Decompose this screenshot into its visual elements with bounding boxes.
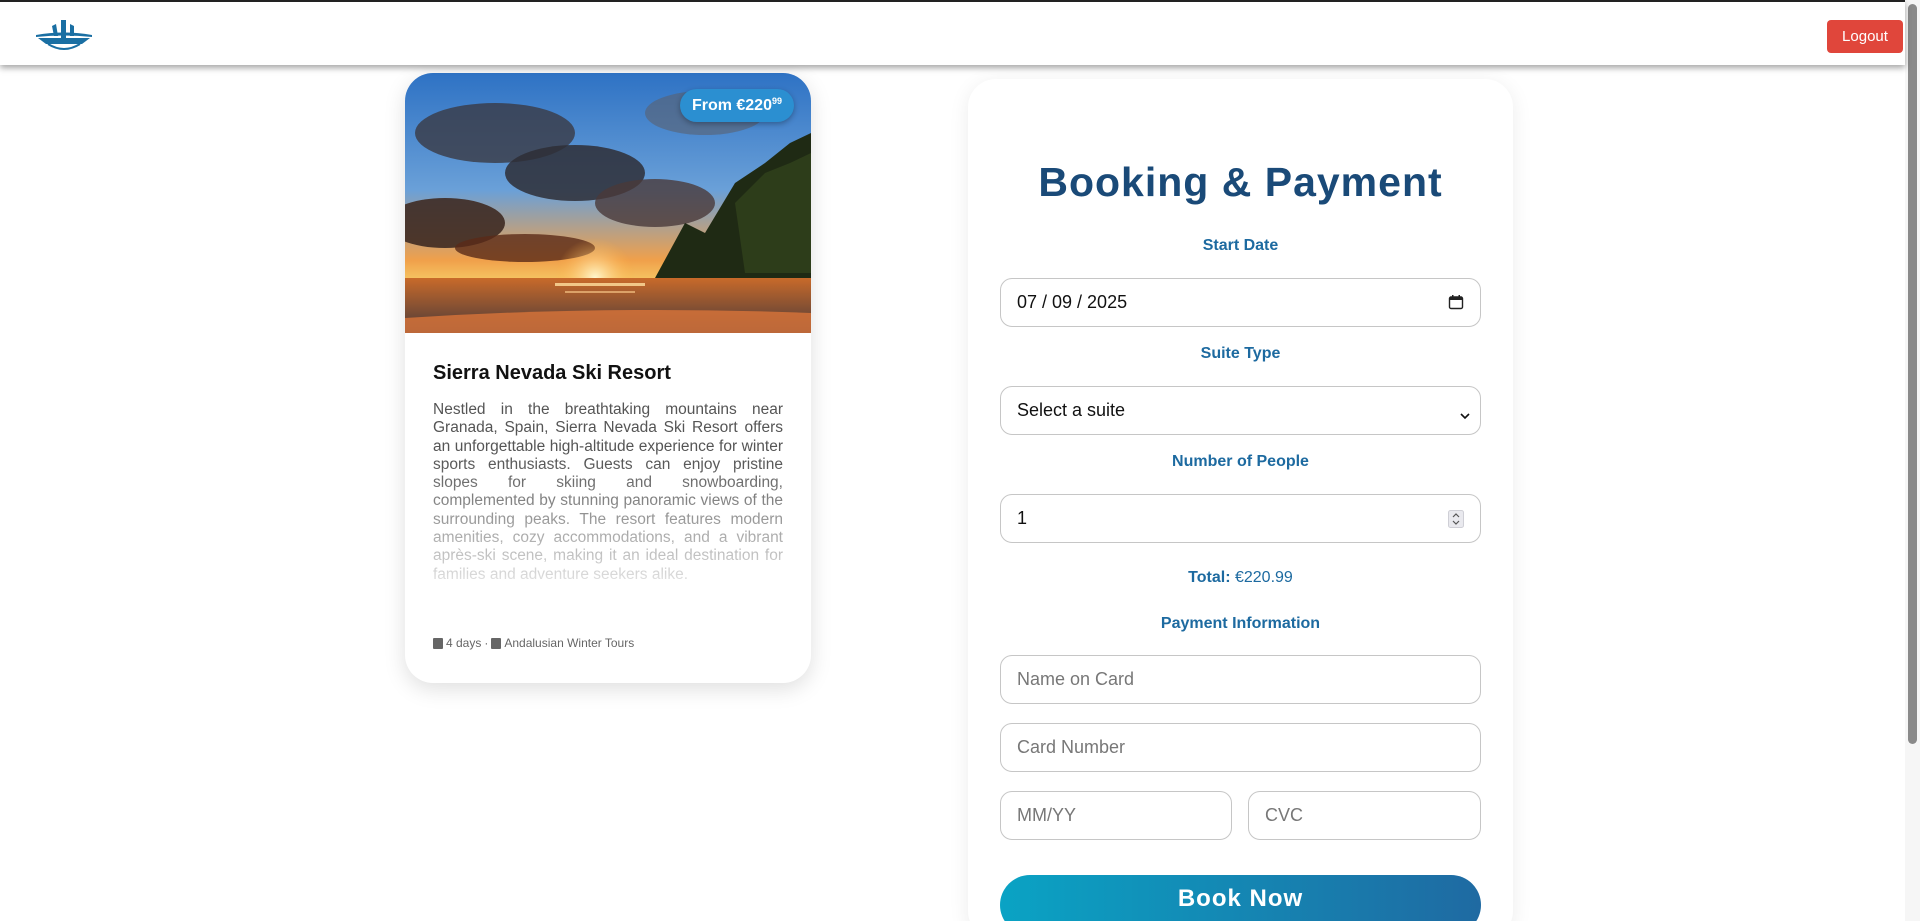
airplane-logo-icon[interactable] [34,18,94,54]
listing-title: Sierra Nevada Ski Resort [433,362,671,384]
price-badge: From €22099 [679,89,794,122]
suite-type-value: Select a suite [1017,400,1126,420]
number-stepper-icon[interactable] [1448,510,1464,533]
suite-type-select[interactable]: Select a suite [1000,386,1481,435]
page-title: Booking & Payment [1038,159,1443,205]
price-label: From €220 [691,97,772,114]
meta-separator: · [484,636,489,650]
suite-type-label: Suite Type [1200,345,1281,362]
people-number-input[interactable]: 1 [1000,494,1481,543]
listing-description: Nestled in the breathtaking mountains ne… [433,401,783,583]
listing-meta: 4 days · Andalusian Winter Tours [433,636,634,650]
start-date-label: Start Date [1202,237,1279,254]
building-icon [491,637,502,649]
chevron-down-icon [1460,405,1470,426]
logout-button[interactable]: Logout [1827,20,1903,53]
top-navbar: Logout [0,0,1905,65]
expiry-input[interactable]: MM/YY [1000,791,1232,840]
booking-panel: Booking & Payment Start Date 07 / 09 / 2… [968,79,1513,921]
name-on-card-input[interactable]: Name on Card [1000,655,1481,704]
people-label: Number of People [1172,453,1309,470]
calendar-icon [433,637,443,649]
total-label: Total: [1188,569,1231,586]
cvc-input[interactable]: CVC [1248,791,1481,840]
book-now-button[interactable]: Book Now [1000,875,1481,921]
start-date-value: 07 / 09 / 2025 [1017,292,1128,312]
page-scrollbar[interactable] [1905,0,1920,921]
calendar-picker-icon[interactable] [1448,294,1464,315]
scrollbar-thumb[interactable] [1908,4,1917,744]
payment-info-label: Payment Information [1160,615,1321,632]
duration-text: 4 days [446,636,482,650]
card-number-input[interactable]: Card Number [1000,723,1481,772]
total-value: €220.99 [1234,569,1293,586]
price-cents: 99 [771,96,782,106]
total-price: Total: €220.99 [968,569,1513,587]
operator-text: Andalusian Winter Tours [504,636,635,650]
listing-card[interactable]: From €22099 Sierra Nevada Ski Resort Nes… [405,73,811,683]
people-value: 1 [1017,508,1028,528]
start-date-input[interactable]: 07 / 09 / 2025 [1000,278,1481,327]
